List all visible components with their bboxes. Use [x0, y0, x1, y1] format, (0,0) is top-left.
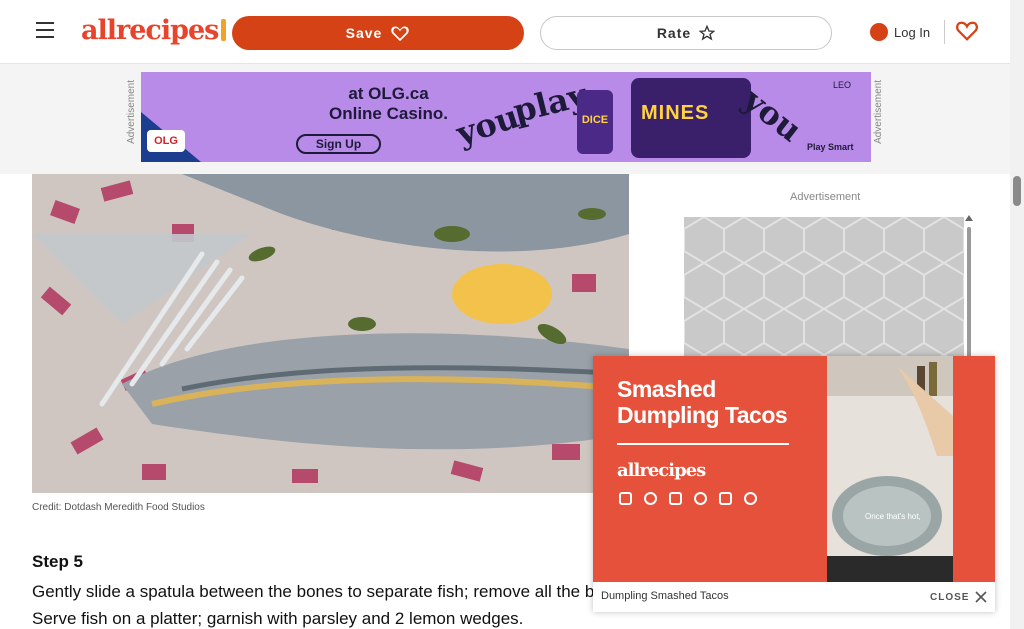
olg-headline: at OLG.ca Online Casino. [328, 84, 449, 123]
video-title: Smashed Dumpling Tacos [617, 376, 788, 428]
heart-icon [391, 26, 410, 42]
site-header: allrecipes Save Rate Log In [0, 0, 1010, 64]
saved-recipes-heart-icon[interactable] [956, 20, 978, 42]
pinterest-icon [744, 492, 757, 505]
step-instructions: Gently slide a spatula between the bones… [32, 582, 604, 628]
video-frame[interactable]: Smashed Dumpling Tacos allrecipes Once t… [593, 356, 995, 582]
scrollbar-thumb[interactable] [1013, 176, 1021, 206]
recipe-step-photo [32, 174, 629, 493]
rate-button[interactable]: Rate [540, 16, 832, 50]
olg-banner-ad[interactable]: OLG at OLG.ca Online Casino. Sign Up you… [141, 72, 871, 162]
close-label: CLOSE [930, 591, 970, 603]
allrecipes-logo[interactable]: allrecipes [81, 14, 227, 48]
olg-dice-card: DICE [577, 90, 613, 154]
video-player-popup[interactable]: Smashed Dumpling Tacos allrecipes Once t… [593, 356, 995, 612]
video-close-button[interactable]: CLOSE [930, 588, 988, 606]
video-title-rule [617, 443, 789, 445]
photo-credit: Credit: Dotdash Meredith Food Studios [32, 502, 205, 513]
olg-logo: OLG [147, 130, 185, 152]
youtube-icon [619, 492, 632, 505]
sidebar-ad-label: Advertisement [790, 191, 861, 203]
ad-side-label-right: Advertisement [873, 80, 884, 144]
olg-corner-text: LEO [833, 80, 852, 90]
save-label: Save [345, 25, 383, 41]
instagram-icon [669, 492, 682, 505]
video-cooking-scene [827, 356, 953, 582]
page-scrollbar[interactable] [1010, 0, 1024, 629]
hamburger-menu-icon[interactable] [36, 22, 54, 38]
login-link[interactable]: Log In [870, 20, 930, 44]
video-caption: Dumpling Smashed Tacos [601, 590, 729, 602]
login-label: Log In [894, 24, 931, 40]
ad-side-label-left: Advertisement [126, 80, 137, 144]
olg-play-smart: Play Smart [807, 142, 854, 152]
close-icon [975, 591, 988, 603]
save-button[interactable]: Save [232, 16, 524, 50]
video-social-icons [619, 492, 757, 505]
rate-label: Rate [656, 25, 692, 41]
olg-signup-button[interactable]: Sign Up [296, 134, 381, 154]
video-subtitle: Once that's hot, [865, 512, 921, 521]
user-icon [870, 23, 888, 41]
tiktok-icon [644, 492, 657, 505]
roasted-fish-illustration [32, 174, 629, 493]
olg-mines-title: MINES [641, 102, 710, 124]
star-icon [699, 25, 716, 41]
header-divider [944, 20, 945, 44]
facebook-icon [694, 492, 707, 505]
step-heading: Step 5 [32, 552, 84, 571]
video-brand-logo: allrecipes [617, 460, 706, 481]
x-icon [719, 492, 732, 505]
